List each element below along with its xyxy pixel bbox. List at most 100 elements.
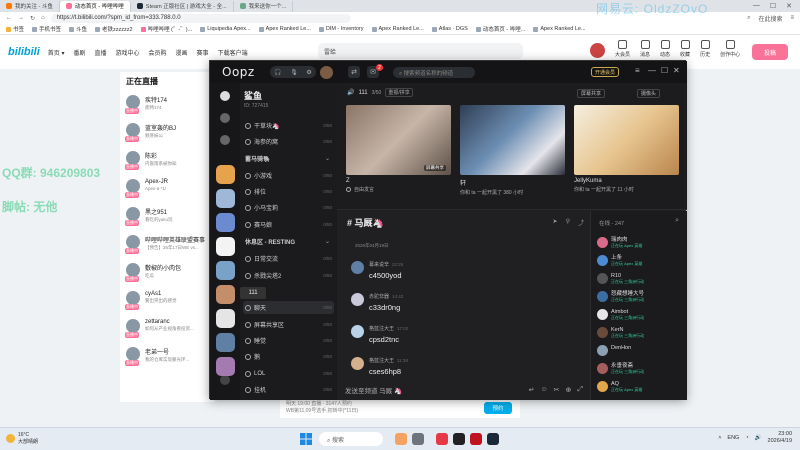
channel-item[interactable]: 睡觉 0/50 bbox=[243, 334, 334, 347]
oopz-search-input[interactable]: ⌕ 搜索频道名称的频道 bbox=[393, 67, 475, 78]
streamer-item[interactable]: 直播中 Apex-JR Apex-a *1/ bbox=[120, 175, 215, 203]
channel-item[interactable]: 排位 0/50 bbox=[243, 185, 334, 198]
channel-category[interactable]: 蓄马骑🐘 ⌄ bbox=[243, 152, 334, 165]
voice-user-card[interactable]: 屏幕共享 Z 自由发言 bbox=[346, 105, 451, 200]
online-member[interactable]: 怒藏想睡大号 正在玩 三角洲行动 bbox=[597, 291, 683, 305]
bookmark-item[interactable]: 哔哩哔哩 (゜-゜)... bbox=[140, 25, 192, 33]
language-indicator[interactable]: ENG bbox=[727, 435, 739, 441]
headset-icon[interactable]: 🎧 bbox=[274, 69, 281, 76]
streamer-item[interactable]: 直播中 cyAs1 繁出突出的感觉 bbox=[120, 287, 215, 315]
expand-icon[interactable]: ⤢ bbox=[577, 386, 583, 394]
nav-item[interactable]: 番剧 bbox=[73, 48, 85, 57]
clock[interactable]: 23:00 2026/4/19 bbox=[768, 431, 792, 445]
server-icon[interactable] bbox=[216, 333, 235, 352]
channel-item[interactable]: 小马宝莉 0/50 bbox=[243, 201, 334, 214]
close-icon[interactable]: ✕ bbox=[673, 66, 680, 75]
online-member[interactable]: 永垂夜斋 正在玩 三角洲行动 bbox=[597, 363, 683, 377]
volume-icon[interactable]: 🔊 bbox=[755, 435, 762, 441]
add-icon[interactable]: ⊕ bbox=[566, 386, 572, 394]
return-icon[interactable]: ↵ bbox=[529, 386, 535, 394]
browser-search-label[interactable]: 在此搜索 bbox=[758, 14, 782, 23]
nav-item[interactable]: 漫画 bbox=[176, 48, 188, 57]
channel-item[interactable]: LOL 0/50 bbox=[243, 367, 334, 380]
refresh-icon[interactable]: ↻ bbox=[30, 15, 35, 22]
streamer-item[interactable]: 直播中 疾特174 疾特174 bbox=[120, 91, 215, 119]
channel-item[interactable]: 杀戮尖塔2 0/50 bbox=[243, 269, 334, 282]
chat-input[interactable]: 发送至频道 马厩 🦄 ↵ ☺ ✂ ⊕ ⤢ bbox=[345, 383, 583, 396]
chat-message[interactable]: 赤驼非器 14:42 c33dr0ng bbox=[351, 293, 571, 323]
microphone-icon[interactable]: 🎙 bbox=[290, 69, 298, 76]
search-icon[interactable]: ⌕ bbox=[747, 15, 750, 22]
online-member[interactable]: DenHon bbox=[597, 345, 683, 359]
nav-item[interactable]: 直播 bbox=[94, 48, 106, 57]
pin-icon[interactable]: ⚲ bbox=[566, 218, 570, 227]
home-icon[interactable]: ⌂ bbox=[41, 15, 45, 21]
bookmark-item[interactable]: Apex Ranked Le... bbox=[533, 26, 586, 32]
taskbar-app-icon[interactable] bbox=[470, 433, 482, 445]
bookmark-item[interactable]: 动态首页 - 哔哩... bbox=[475, 25, 525, 33]
self-avatar[interactable] bbox=[320, 66, 333, 79]
taskbar-app-icon[interactable] bbox=[453, 433, 465, 445]
message-avatar[interactable] bbox=[351, 357, 364, 370]
online-member[interactable]: KerN 正在玩 三角洲行动 bbox=[597, 327, 683, 341]
windows-start-icon[interactable] bbox=[300, 433, 312, 445]
maximize-icon[interactable]: ☐ bbox=[661, 66, 668, 75]
voice-user-card[interactable]: JellyKuma 你和 ta 一起开黑了 11 小时 bbox=[574, 105, 679, 200]
send-icon[interactable]: ➤ bbox=[553, 218, 558, 227]
channel-item[interactable]: 小游戏 0/50 bbox=[243, 169, 334, 182]
bookmark-item[interactable]: 手机书签 bbox=[32, 25, 61, 33]
back-icon[interactable]: ← bbox=[6, 15, 12, 21]
user-avatar[interactable] bbox=[590, 43, 605, 58]
play-icon[interactable] bbox=[220, 91, 230, 101]
streamer-item[interactable]: 直播中 哔哩哔哩英雄联盟赛事 【预告】26年17日WE vs... bbox=[120, 231, 215, 259]
streamer-item[interactable]: 直播中 陈彩 内嵌雨系被你知 bbox=[120, 147, 215, 175]
browser-tab[interactable]: 我来送你一个... bbox=[234, 0, 294, 12]
upload-button[interactable]: 投稿 bbox=[752, 44, 788, 60]
chat-message[interactable]: 格蓝注大王 17:02 cpsd2tnc bbox=[351, 325, 571, 355]
user-menu-item[interactable]: 动态 bbox=[660, 40, 670, 58]
scissors-icon[interactable]: ✂ bbox=[554, 386, 560, 394]
voice-user-card[interactable]: 轩 你和 ta 一起开黑了 380 小时 bbox=[460, 105, 565, 200]
chevron-up-icon[interactable]: ˄ bbox=[718, 435, 721, 441]
taskbar-app-icon[interactable] bbox=[395, 433, 407, 445]
nav-item[interactable]: 会员购 bbox=[149, 48, 167, 57]
message-user[interactable]: 赤驼非器 bbox=[369, 293, 389, 300]
wifi-icon[interactable]: ◔ bbox=[745, 435, 748, 441]
translate-icon[interactable]: ⇄ bbox=[348, 66, 360, 78]
menu-icon[interactable]: ≡ bbox=[790, 15, 794, 21]
message-avatar[interactable] bbox=[351, 293, 364, 306]
channel-item[interactable]: 聊天 0/50 bbox=[243, 301, 334, 314]
user-menu-item[interactable]: 大会员 bbox=[615, 40, 630, 58]
maximize-icon[interactable]: ☐ bbox=[770, 2, 776, 10]
taskbar-app-icon[interactable] bbox=[412, 433, 424, 445]
bookmark-item[interactable]: 老铁zzzzzz2 bbox=[95, 25, 133, 33]
url-field[interactable]: https://t.bilibili.com/?spm_id_from=333.… bbox=[50, 13, 351, 23]
server-icon-selected[interactable] bbox=[216, 237, 235, 256]
server-icon[interactable] bbox=[216, 189, 235, 208]
server-icon[interactable] bbox=[216, 309, 235, 328]
browser-tab[interactable]: Steam 正版社区 | 游戏大全 - 全... bbox=[131, 0, 234, 12]
notification-icon[interactable]: ✉ 2 bbox=[367, 64, 383, 78]
bookmark-item[interactable]: DIM - Inventory bbox=[318, 26, 364, 32]
search-icon[interactable]: ⌕ bbox=[675, 217, 679, 225]
bookmark-item[interactable]: 斗鱼 bbox=[69, 25, 87, 33]
online-member[interactable]: 上条 正在玩 Apex 英雄 bbox=[597, 255, 683, 269]
emoji-icon[interactable]: ☺ bbox=[540, 386, 547, 394]
server-icon[interactable] bbox=[216, 285, 235, 304]
browser-tab[interactable]: 我的关注 - 斗鱼 bbox=[0, 0, 60, 12]
user-menu-item[interactable]: 消息 bbox=[640, 40, 650, 58]
minimize-icon[interactable]: — bbox=[648, 66, 656, 75]
server-icon[interactable] bbox=[216, 165, 235, 184]
streamer-item[interactable]: 直播中 zettaranc 如何从产业视角看投资... bbox=[120, 315, 215, 343]
user-menu-item[interactable]: 创作中心 bbox=[720, 40, 740, 58]
online-member[interactable]: R10 正在玩 三角洲行动 bbox=[597, 273, 683, 287]
voice-tag[interactable]: 重振/拼享 bbox=[385, 88, 413, 97]
online-member[interactable]: AQ 正在玩 Apex 英雄 bbox=[597, 381, 683, 395]
user-menu-item[interactable]: 收藏 bbox=[680, 40, 690, 58]
reserve-button[interactable]: 预约 bbox=[484, 402, 512, 414]
nav-item[interactable]: 赛事 bbox=[197, 48, 209, 57]
menu-icon[interactable]: ≡ bbox=[635, 66, 640, 75]
nav-item[interactable]: 首页 ▾ bbox=[48, 48, 65, 57]
bookmark-item[interactable]: Apex Ranked Le... bbox=[371, 26, 424, 32]
channel-item[interactable]: 赛马娘 0/50 bbox=[243, 218, 334, 231]
